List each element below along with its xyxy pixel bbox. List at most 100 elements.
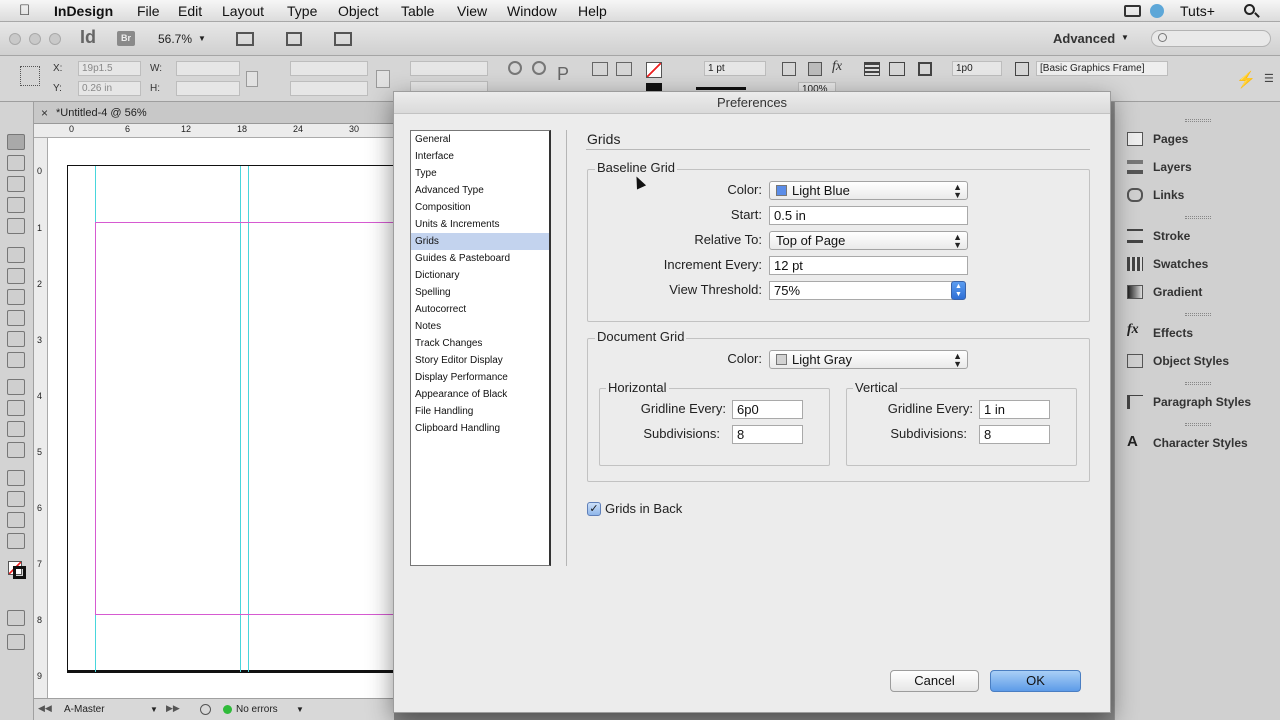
opacity-icon[interactable] bbox=[808, 62, 822, 76]
menu-table[interactable]: Table bbox=[401, 3, 434, 19]
panel-pages[interactable]: Pages bbox=[1115, 126, 1280, 154]
screen-mode-tool-icon[interactable] bbox=[7, 634, 25, 650]
screen-mode-icon[interactable] bbox=[286, 32, 302, 46]
apple-icon[interactable]:  bbox=[19, 2, 30, 19]
menu-edit[interactable]: Edit bbox=[178, 3, 202, 19]
hand-tool-icon[interactable] bbox=[7, 512, 25, 528]
category-general[interactable]: General bbox=[411, 131, 549, 148]
width-field[interactable] bbox=[176, 61, 240, 76]
drop-shadow-icon[interactable] bbox=[782, 62, 796, 76]
lightning-icon[interactable]: ⚡ bbox=[1236, 70, 1256, 90]
content-collector-icon[interactable] bbox=[7, 218, 25, 234]
category-track-changes[interactable]: Track Changes bbox=[411, 335, 549, 352]
grids-in-back-label[interactable]: Grids in Back bbox=[605, 501, 682, 516]
panel-gradient[interactable]: Gradient bbox=[1115, 279, 1280, 307]
category-autocorrect[interactable]: Autocorrect bbox=[411, 301, 549, 318]
category-clipboard-handling[interactable]: Clipboard Handling bbox=[411, 420, 549, 437]
rectangle-frame-tool-icon[interactable] bbox=[7, 331, 25, 347]
camera-icon[interactable] bbox=[1124, 5, 1141, 17]
text-wrap-none-icon[interactable] bbox=[864, 62, 880, 76]
menu-window[interactable]: Window bbox=[507, 3, 557, 19]
horizontal-subdivisions-input[interactable]: 8 bbox=[732, 425, 803, 444]
vertical-subdivisions-input[interactable]: 8 bbox=[979, 425, 1050, 444]
height-field[interactable] bbox=[176, 81, 240, 96]
type-tool-icon[interactable] bbox=[7, 247, 25, 263]
document-color-select[interactable]: Light Gray ▲ ▼ bbox=[769, 350, 968, 369]
grids-in-back-checkbox[interactable]: ✓ bbox=[587, 502, 601, 516]
menu-type[interactable]: Type bbox=[287, 3, 317, 19]
apply-none-icon[interactable] bbox=[7, 610, 25, 626]
preflight-dropdown-arrow-icon[interactable]: ▼ bbox=[296, 705, 304, 714]
category-type[interactable]: Type bbox=[411, 165, 549, 182]
panel-layers[interactable]: Layers bbox=[1115, 154, 1280, 182]
baseline-increment-input[interactable]: 12 pt bbox=[769, 256, 968, 275]
effects-fx-icon[interactable]: fx bbox=[832, 59, 842, 75]
panel-menu-icon[interactable]: ☰ bbox=[1264, 72, 1274, 85]
category-dictionary[interactable]: Dictionary bbox=[411, 267, 549, 284]
workspace-switcher[interactable]: Advanced bbox=[1053, 31, 1115, 46]
free-transform-tool-icon[interactable] bbox=[7, 400, 25, 416]
first-page-icon[interactable]: ◀◀ bbox=[38, 703, 52, 714]
view-threshold-input[interactable]: 75% bbox=[769, 281, 953, 300]
panel-swatches[interactable]: Swatches bbox=[1115, 251, 1280, 279]
horizontal-gridline-input[interactable]: 6p0 bbox=[732, 400, 803, 419]
panel-group-grip[interactable] bbox=[1185, 216, 1211, 219]
zoom-window-button[interactable] bbox=[49, 33, 61, 45]
zoom-tool-icon[interactable] bbox=[7, 533, 25, 549]
panel-character-styles[interactable]: A Character Styles bbox=[1115, 430, 1280, 458]
rotation-angle-field[interactable] bbox=[410, 61, 488, 76]
fill-swatch-icon[interactable] bbox=[646, 62, 662, 78]
view-options-icon[interactable] bbox=[236, 32, 254, 46]
gradient-swatch-tool-icon[interactable] bbox=[7, 421, 25, 437]
page-number-field[interactable]: A-Master bbox=[64, 704, 105, 715]
constrain-proportions-icon[interactable] bbox=[246, 71, 258, 87]
panel-group-grip[interactable] bbox=[1185, 423, 1211, 426]
eyedropper-tool-icon[interactable] bbox=[7, 491, 25, 507]
category-display-performance[interactable]: Display Performance bbox=[411, 369, 549, 386]
object-style-select[interactable]: [Basic Graphics Frame] bbox=[1036, 61, 1168, 76]
panel-paragraph-styles[interactable]: Paragraph Styles bbox=[1115, 389, 1280, 417]
vertical-gridline-input[interactable]: 1 in bbox=[979, 400, 1050, 419]
select-content-icon[interactable] bbox=[616, 62, 632, 76]
stroke-type-preview[interactable] bbox=[696, 87, 746, 90]
panel-group-grip[interactable] bbox=[1185, 313, 1211, 316]
preflight-status-text[interactable]: No errors bbox=[236, 704, 278, 715]
document-page[interactable] bbox=[67, 165, 400, 673]
category-list[interactable]: General Interface Type Advanced Type Com… bbox=[410, 130, 551, 566]
preflight-profile-icon[interactable] bbox=[200, 704, 211, 715]
menu-layout[interactable]: Layout bbox=[222, 3, 264, 19]
pencil-tool-icon[interactable] bbox=[7, 310, 25, 326]
page-dropdown-arrow-icon[interactable]: ▼ bbox=[150, 705, 158, 714]
panel-links[interactable]: Links bbox=[1115, 182, 1280, 210]
category-appearance-of-black[interactable]: Appearance of Black bbox=[411, 386, 549, 403]
view-threshold-stepper[interactable]: ▲ ▼ bbox=[951, 281, 966, 300]
vertical-ruler[interactable]: 0 1 2 3 4 5 6 7 8 9 bbox=[34, 138, 48, 698]
category-story-editor-display[interactable]: Story Editor Display bbox=[411, 352, 549, 369]
stroke-weight-field[interactable]: 1 pt bbox=[704, 61, 766, 76]
category-spelling[interactable]: Spelling bbox=[411, 284, 549, 301]
select-container-icon[interactable] bbox=[592, 62, 608, 76]
object-style-icon[interactable] bbox=[1015, 62, 1029, 76]
category-guides-pasteboard[interactable]: Guides & Pasteboard bbox=[411, 250, 549, 267]
close-document-icon[interactable]: × bbox=[41, 106, 48, 120]
category-interface[interactable]: Interface bbox=[411, 148, 549, 165]
zoom-level-select[interactable]: 56.7% bbox=[158, 32, 192, 46]
zoom-dropdown-arrow-icon[interactable]: ▼ bbox=[198, 34, 206, 43]
direct-selection-tool-icon[interactable] bbox=[7, 155, 25, 171]
document-tab[interactable]: × *Untitled-4 @ 56% bbox=[34, 102, 394, 124]
workspace-dropdown-arrow-icon[interactable]: ▼ bbox=[1121, 33, 1129, 42]
panel-effects[interactable]: fx Effects bbox=[1115, 320, 1280, 348]
text-wrap-bounding-icon[interactable] bbox=[889, 62, 905, 76]
gap-tool-icon[interactable] bbox=[7, 197, 25, 213]
panel-stroke[interactable]: Stroke bbox=[1115, 223, 1280, 251]
category-composition[interactable]: Composition bbox=[411, 199, 549, 216]
menu-object[interactable]: Object bbox=[338, 3, 378, 19]
line-tool-icon[interactable] bbox=[7, 268, 25, 284]
page-tool-icon[interactable] bbox=[7, 176, 25, 192]
help-search-input[interactable] bbox=[1151, 30, 1271, 47]
baseline-start-input[interactable]: 0.5 in bbox=[769, 206, 968, 225]
rotate-counterclockwise-icon[interactable] bbox=[532, 61, 546, 75]
baseline-color-select[interactable]: Light Blue ▲ ▼ bbox=[769, 181, 968, 200]
pen-tool-icon[interactable] bbox=[7, 289, 25, 305]
stroke-indicator-icon[interactable] bbox=[13, 566, 26, 579]
